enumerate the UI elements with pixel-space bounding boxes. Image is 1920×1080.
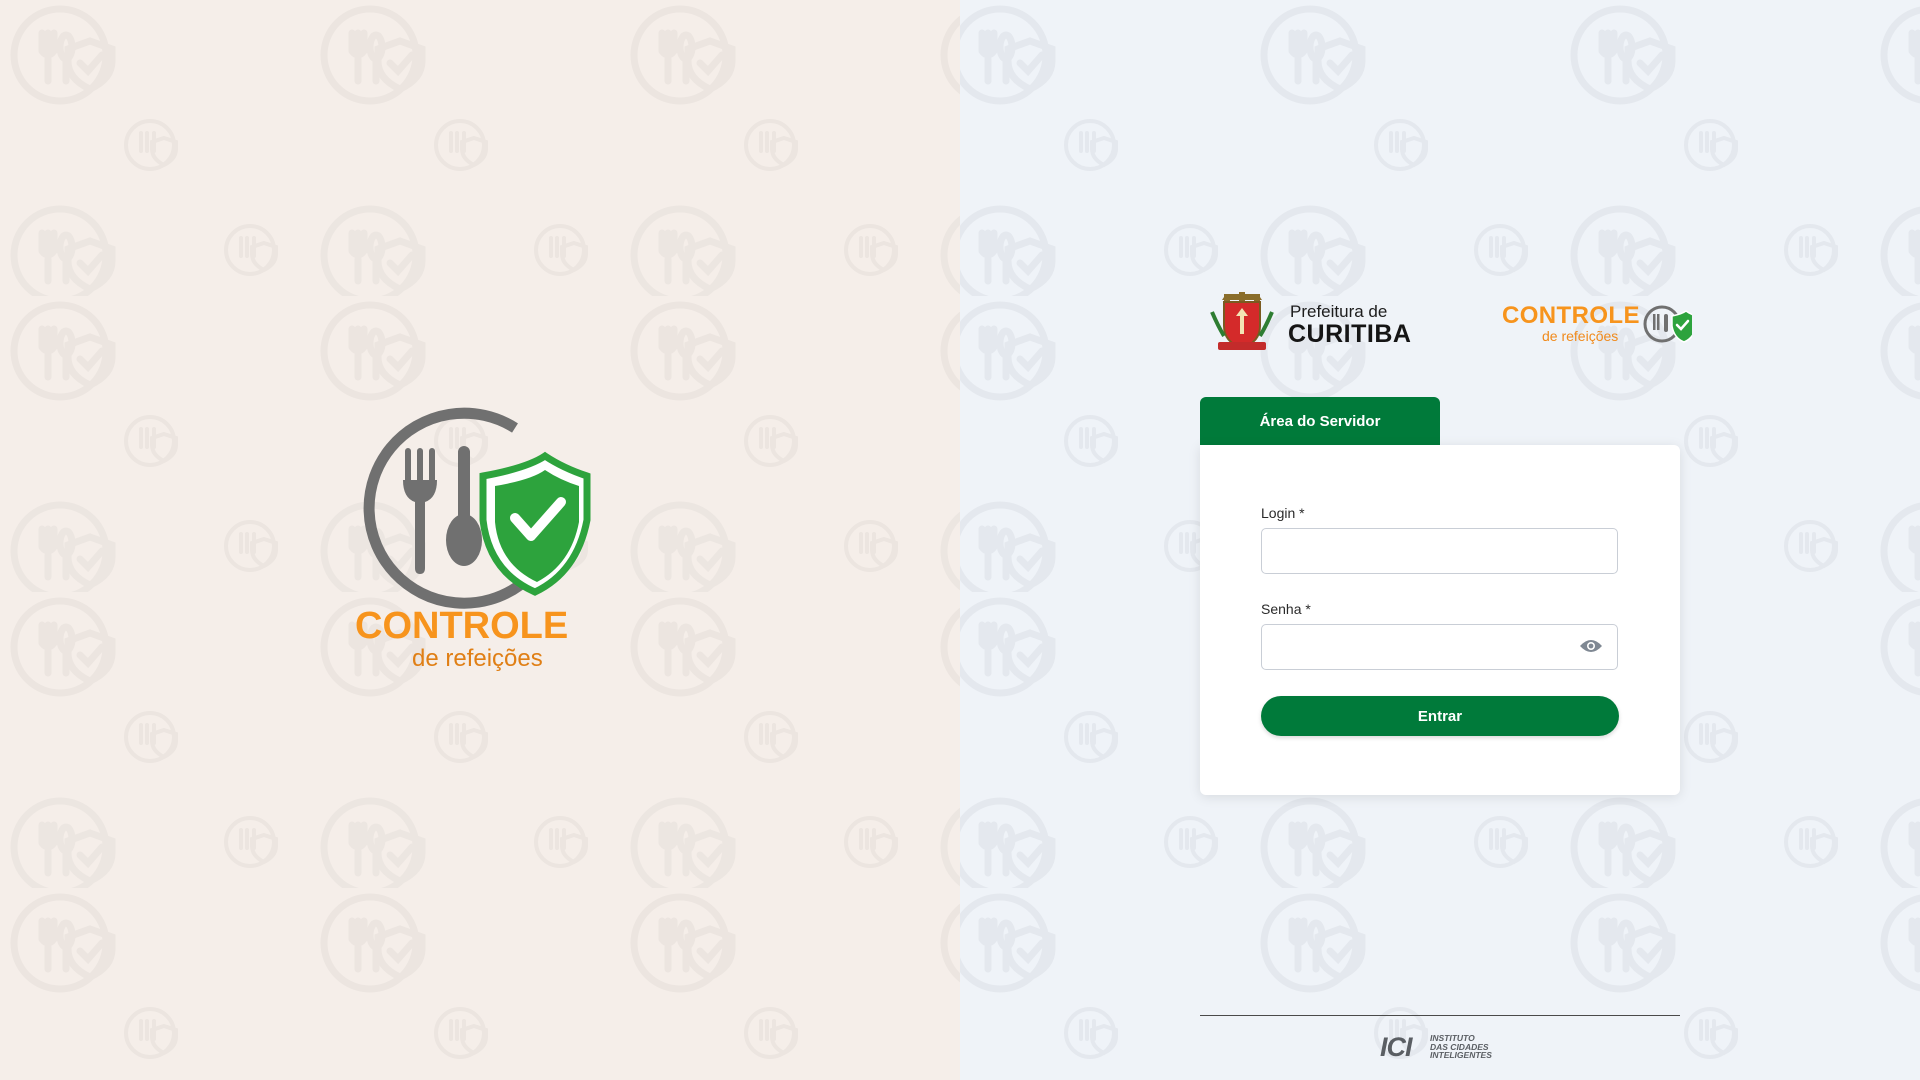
prefeitura-label: Prefeitura de (1290, 302, 1388, 321)
controle-refeicoes-small-logo: CONTROLE de refeições (1502, 302, 1692, 352)
footer-divider (1200, 1015, 1680, 1016)
fork-icon (403, 448, 437, 574)
entrar-button[interactable]: Entrar (1261, 696, 1619, 736)
ici-line-3: INTELIGENTES (1430, 1050, 1492, 1060)
tab-area-do-servidor[interactable]: Área do Servidor (1200, 397, 1440, 445)
curitiba-crest-icon (1210, 292, 1274, 350)
shield-check-icon (479, 451, 591, 596)
small-brand-subtitle: de refeições (1542, 328, 1619, 344)
plate-shield-icon (1643, 305, 1692, 343)
eye-icon (1580, 640, 1602, 652)
password-input[interactable] (1261, 624, 1618, 670)
controle-refeicoes-logo: CONTROLE de refeições (355, 407, 591, 672)
ici-mark: ICI (1380, 1032, 1413, 1062)
ici-logo: ICI INSTITUTO DAS CIDADES INTELIGENTES (1380, 1032, 1505, 1062)
login-label: Login * (1261, 505, 1305, 521)
left-brand-panel: CONTROLE de refeições (0, 0, 960, 1080)
ici-name: INSTITUTO DAS CIDADES INTELIGENTES (1430, 1034, 1492, 1060)
spoon-icon (446, 446, 482, 566)
brand-title: CONTROLE (355, 605, 568, 647)
curitiba-label: CURITIBA (1288, 320, 1412, 348)
brand-subtitle: de refeições (412, 645, 543, 672)
login-input[interactable] (1261, 528, 1618, 574)
header-logos: Prefeitura de CURITIBA CONTROLE de refei… (1210, 290, 1692, 360)
show-password-toggle[interactable] (1577, 634, 1605, 658)
login-card: Login * Senha * Entrar (1200, 445, 1680, 795)
password-label: Senha * (1261, 601, 1311, 617)
small-brand-title: CONTROLE (1502, 302, 1640, 329)
